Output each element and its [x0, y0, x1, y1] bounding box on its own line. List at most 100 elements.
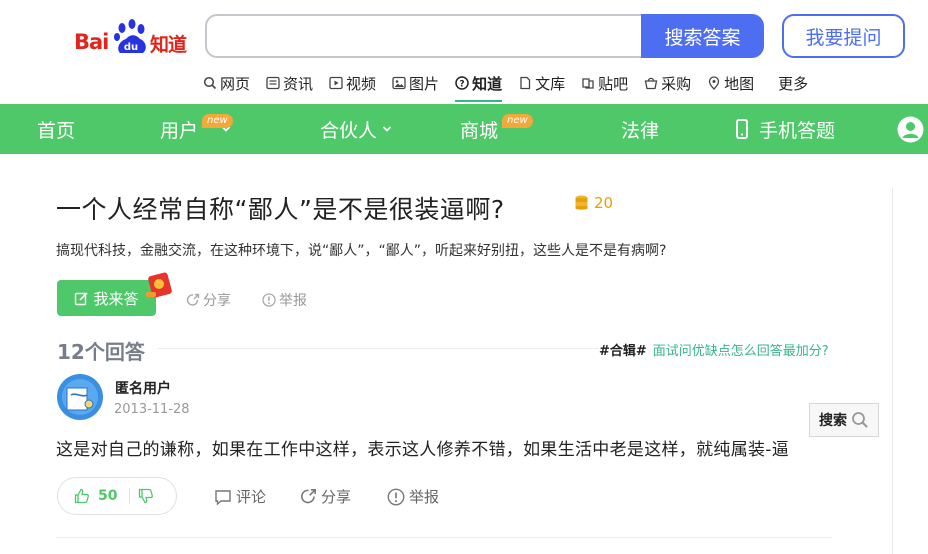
paw-icon: du: [114, 19, 146, 53]
answer-report-button[interactable]: 举报: [387, 486, 439, 507]
search-box: [205, 14, 645, 58]
like-button[interactable]: 50: [74, 488, 117, 504]
share-icon: [301, 489, 316, 504]
ask-question-button[interactable]: 我要提问: [782, 14, 905, 58]
tab-label: 文库: [535, 74, 566, 93]
topic-link-text[interactable]: 面试问优缺点怎么回答最加分?: [653, 340, 829, 359]
question-icon: ?: [455, 76, 469, 90]
sidebar-divider: [892, 188, 893, 554]
question-report-button[interactable]: 举报: [262, 290, 307, 310]
nav-label: 手机答题: [759, 119, 836, 142]
topic-link[interactable]: #合辑# 面试问优缺点怎么回答最加分?: [599, 340, 829, 359]
comment-icon: [215, 489, 231, 506]
search-answers-button[interactable]: 搜索答案: [641, 14, 764, 58]
avatar[interactable]: [57, 374, 103, 420]
answer-button-label: 我来答: [93, 289, 139, 308]
tab-label: 采购: [661, 74, 692, 93]
share-icon: [186, 293, 200, 306]
main-nav: 首页 用户 new 合伙人 商城 new 法律 手机答题: [0, 104, 928, 154]
search-input[interactable]: [207, 16, 645, 56]
tab-purchase[interactable]: 采购: [644, 72, 691, 94]
logo-du: du: [124, 42, 138, 53]
answer-date: 2013-11-28: [114, 402, 190, 417]
tab-label: 视频: [346, 74, 377, 93]
answer-share-button[interactable]: 分享: [300, 486, 351, 507]
logo-bai: Bai: [74, 30, 109, 54]
header: Bai du 知道 搜索答案 我要提问 网页 资讯 视频 图片 ? 知道 文库 …: [0, 0, 928, 104]
tab-video[interactable]: 视频: [329, 72, 376, 94]
answer-button[interactable]: 我来答: [57, 280, 156, 316]
tab-image[interactable]: 图片: [392, 72, 439, 94]
vote-box: 50: [57, 477, 177, 515]
answer-count: 12个回答: [57, 340, 145, 364]
nav-label: 用户: [160, 119, 199, 142]
nav-mall[interactable]: 商城 new: [460, 104, 533, 154]
tab-map[interactable]: 地图: [707, 72, 754, 94]
red-packet-icon: [146, 272, 172, 298]
thumbs-up-icon: [74, 488, 89, 504]
tab-label: 更多: [778, 74, 809, 93]
new-badge: new: [202, 114, 233, 128]
nav-label: 首页: [37, 119, 76, 142]
phone-icon: [736, 119, 748, 139]
tieba-icon: [582, 78, 594, 89]
tab-tieba[interactable]: 贴吧: [581, 72, 628, 94]
video-icon: [329, 76, 343, 90]
answer-username[interactable]: 匿名用户: [115, 378, 171, 398]
tab-label: 网页: [220, 74, 251, 93]
report-label: 举报: [409, 488, 440, 506]
new-badge: new: [502, 114, 533, 128]
user-icon: [897, 116, 924, 142]
search-icon: [852, 412, 868, 428]
svg-text:?: ?: [459, 80, 464, 90]
tab-label: 资讯: [283, 74, 314, 93]
tab-news[interactable]: 资讯: [266, 72, 313, 94]
tab-more[interactable]: 更多: [778, 72, 808, 94]
dislike-button[interactable]: [138, 488, 154, 504]
tab-zhidao[interactable]: ? 知道: [455, 72, 503, 102]
nav-mobile-answer[interactable]: 手机答题: [735, 104, 835, 154]
image-icon: [392, 76, 406, 90]
news-icon: [266, 76, 280, 90]
coin-stack-icon: [575, 195, 588, 210]
like-count: 50: [98, 488, 118, 504]
share-label: 分享: [321, 488, 352, 506]
nav-law[interactable]: 法律: [621, 104, 659, 154]
comment-label: 评论: [236, 488, 267, 506]
tab-wenku[interactable]: 文库: [518, 72, 565, 94]
question-title: 一个人经常自称“鄙人”是不是很装逼啊?: [56, 195, 505, 224]
reward-badge: 20: [574, 194, 613, 212]
nav-user[interactable]: 用户 new: [160, 104, 233, 154]
nav-partner[interactable]: 合伙人: [320, 104, 393, 154]
map-icon: [708, 76, 720, 90]
floating-search-button[interactable]: 搜索: [809, 403, 879, 437]
tab-label: 贴吧: [598, 74, 629, 93]
section-divider: [158, 348, 598, 349]
report-icon: [387, 488, 405, 505]
answer-divider: [56, 537, 832, 538]
answer-text: 这是对自己的谦称，如果在工作中这样，表示这人修养不错，如果生活中老是这样，就纯属…: [56, 440, 790, 460]
comment-button[interactable]: 评论: [214, 486, 266, 507]
report-label: 举报: [279, 293, 307, 309]
user-avatar-button[interactable]: [897, 104, 924, 154]
question-description: 搞现代科技，金融交流，在这种环境下，说“鄙人”，“鄙人”，听起来好别扭，这些人是…: [56, 243, 667, 259]
tab-label: 知道: [472, 74, 503, 93]
share-label: 分享: [203, 293, 231, 309]
edit-icon: [75, 291, 89, 305]
report-icon: [262, 293, 276, 307]
tab-label: 地图: [724, 74, 755, 93]
basket-icon: [644, 77, 658, 90]
nav-label: 商城: [460, 119, 499, 142]
topic-tag: #合辑#: [599, 344, 647, 359]
vote-separator: [129, 488, 131, 504]
baidu-zhidao-logo[interactable]: Bai du 知道: [72, 16, 190, 60]
nav-label: 合伙人: [320, 119, 378, 142]
document-icon: [520, 76, 531, 90]
question-share-button[interactable]: 分享: [186, 290, 231, 310]
reward-amount: 20: [594, 194, 614, 212]
tab-label: 图片: [409, 74, 440, 93]
chevron-down-icon: [382, 126, 392, 132]
nav-home[interactable]: 首页: [37, 104, 75, 154]
tab-web[interactable]: 网页: [203, 72, 250, 94]
floating-search-label: 搜索: [819, 413, 847, 429]
